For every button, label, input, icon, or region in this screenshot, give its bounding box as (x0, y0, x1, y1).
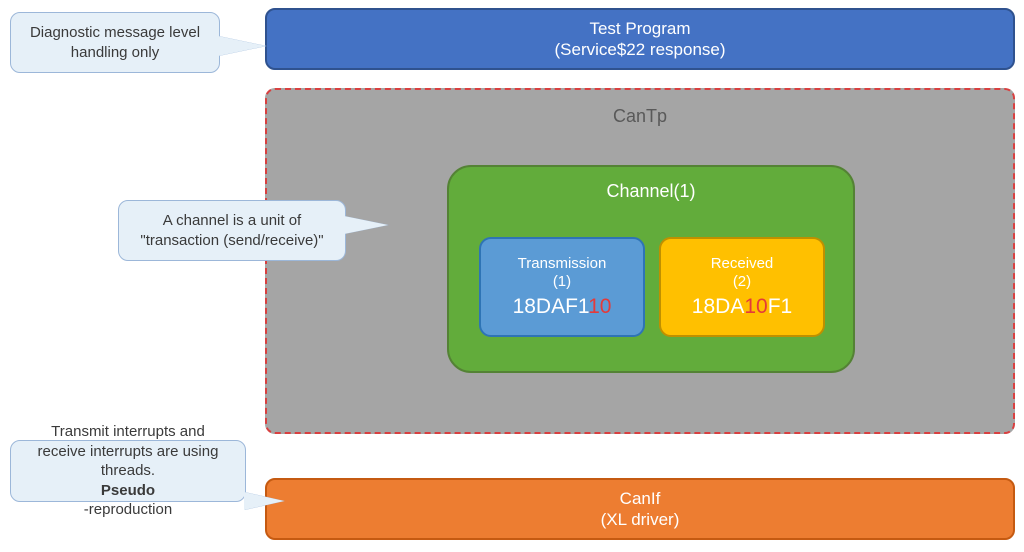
received-label: Received (2) (711, 255, 774, 291)
cantp-title: CanTp (613, 106, 667, 127)
transmission-box: Transmission (1) 18DAF110 (479, 237, 645, 337)
test-program-subtitle: (Service$22 response) (554, 39, 725, 60)
cantp-box: CanTp Channel(1) Transmission (1) 18DAF1… (265, 88, 1015, 434)
canif-box: CanIf (XL driver) (265, 478, 1015, 540)
callout-channel-tail (344, 216, 388, 234)
callout-canif-tail (244, 492, 284, 510)
transmission-id-highlight: 10 (588, 295, 611, 318)
test-program-box: Test Program (Service$22 response) (265, 8, 1015, 70)
callout-diagnostic: Diagnostic message level handling only (10, 12, 220, 73)
transmission-label-line2: (1) (553, 273, 571, 290)
channel-title: Channel(1) (606, 181, 695, 202)
callout-channel: A channel is a unit of "transaction (sen… (118, 200, 346, 261)
channel-box: Channel(1) Transmission (1) 18DAF110 Rec… (447, 165, 855, 373)
canif-subtitle: (XL driver) (601, 509, 680, 530)
transmission-id-prefix: 18DAF1 (513, 295, 588, 318)
callout-canif-bold: Pseudo (101, 481, 155, 501)
callout-diagnostic-tail (218, 36, 266, 56)
received-id: 18DA10F1 (692, 294, 792, 319)
received-id-prefix: 18DA (692, 295, 745, 318)
canif-title: CanIf (620, 488, 661, 509)
callout-canif: Transmit interrupts and receive interrup… (10, 440, 246, 502)
received-id-suffix: F1 (768, 295, 793, 318)
callout-canif-pre: Transmit interrupts and receive interrup… (25, 422, 231, 481)
transmission-label: Transmission (1) (518, 255, 607, 291)
test-program-title: Test Program (589, 18, 690, 39)
diagram-stage: Test Program (Service$22 response) Diagn… (0, 0, 1024, 552)
received-box: Received (2) 18DA10F1 (659, 237, 825, 337)
transmission-label-line1: Transmission (518, 255, 607, 272)
received-id-highlight: 10 (744, 295, 767, 318)
received-label-line1: Received (711, 255, 774, 272)
callout-canif-post: -reproduction (84, 500, 172, 520)
received-label-line2: (2) (733, 273, 751, 290)
transmission-id: 18DAF110 (513, 294, 612, 319)
